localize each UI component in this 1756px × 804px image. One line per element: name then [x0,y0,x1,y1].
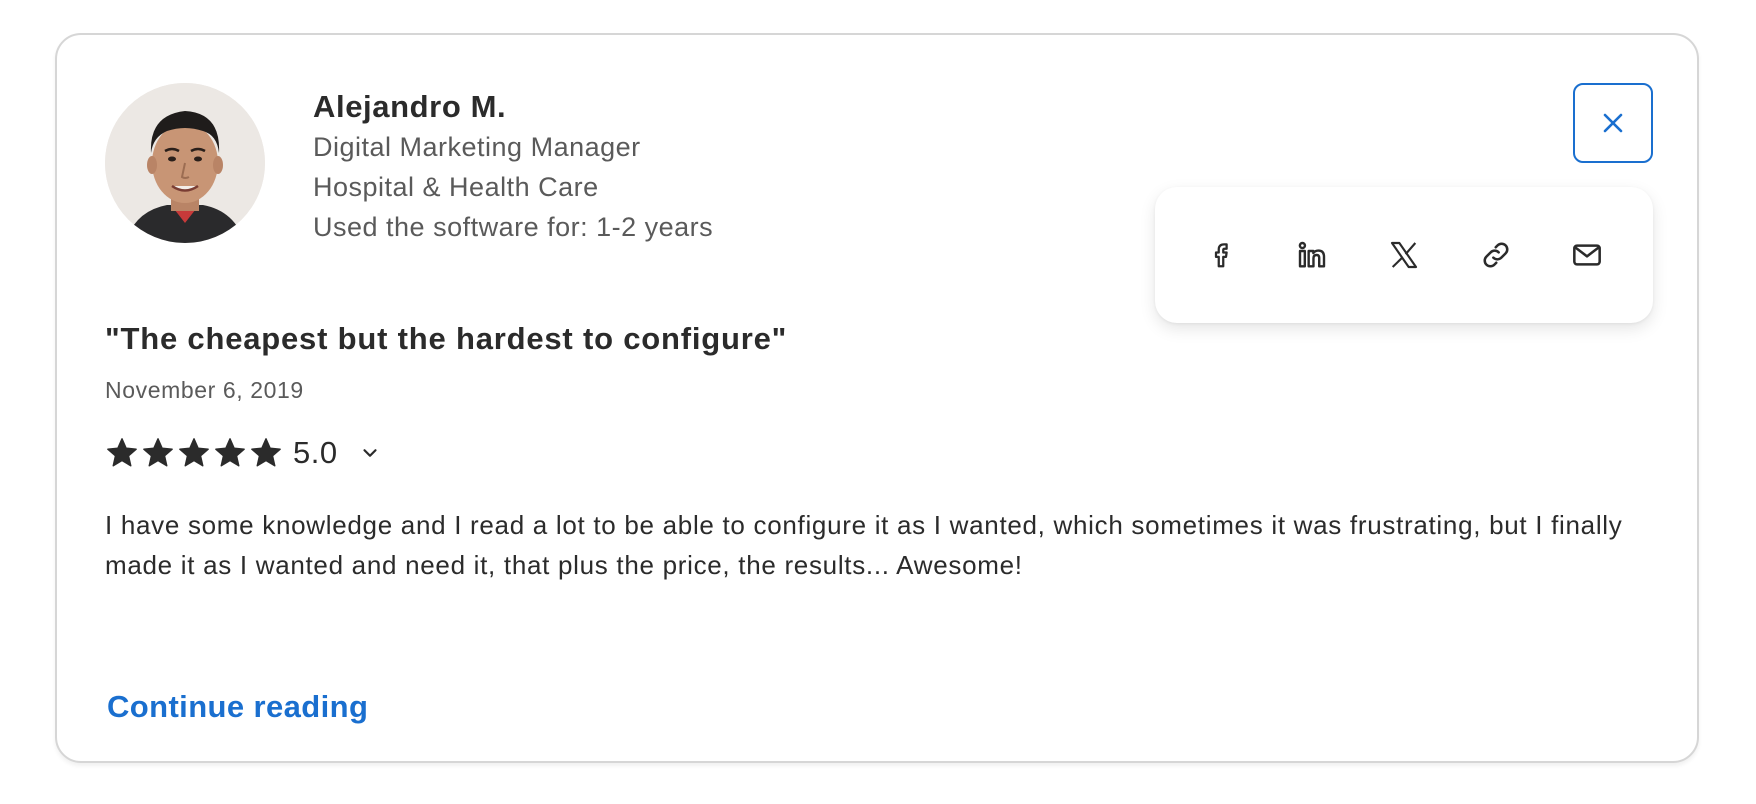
star-icon [143,438,173,467]
x-icon [1390,241,1418,269]
share-copy-link-button[interactable] [1470,229,1522,281]
star-icon [179,438,209,467]
chevron-down-icon [363,449,377,457]
reviewer-name: Alejandro M. [313,89,507,124]
close-icon [1603,113,1623,133]
link-icon [1483,242,1509,268]
star-icon [107,438,137,467]
reviewer-job-title: Digital Marketing Manager [313,132,641,162]
share-facebook-button[interactable] [1195,229,1247,281]
reviewer-usage: Used the software for: 1-2 years [313,212,714,242]
mail-icon [1573,244,1602,266]
continue-reading-link[interactable]: Continue reading [107,687,368,727]
review-body: I have some knowledge and I read a lot t… [105,510,1623,580]
close-button[interactable] [1573,83,1653,163]
star-icon [215,438,245,467]
rating-value: 5.0 [293,435,338,470]
reviewer-info: Alejandro M. Digital Marketing Manager H… [313,87,713,247]
rating-row: 5.0 [105,431,384,475]
facebook-icon [1214,243,1228,268]
reviewer-avatar [105,83,265,243]
share-email-button[interactable] [1561,229,1613,281]
share-linkedin-button[interactable] [1286,229,1338,281]
star-rating [105,436,285,470]
reviewer-industry: Hospital & Health Care [313,172,599,202]
star-icon [251,438,281,467]
review-title: "The cheapest but the hardest to configu… [105,321,788,356]
share-panel [1155,187,1653,323]
linkedin-icon [1299,241,1326,268]
review-date: November 6, 2019 [105,377,304,403]
review-card: Alejandro M. Digital Marketing Manager H… [55,33,1699,763]
share-x-button[interactable] [1378,229,1430,281]
rating-details-toggle[interactable] [356,439,384,467]
